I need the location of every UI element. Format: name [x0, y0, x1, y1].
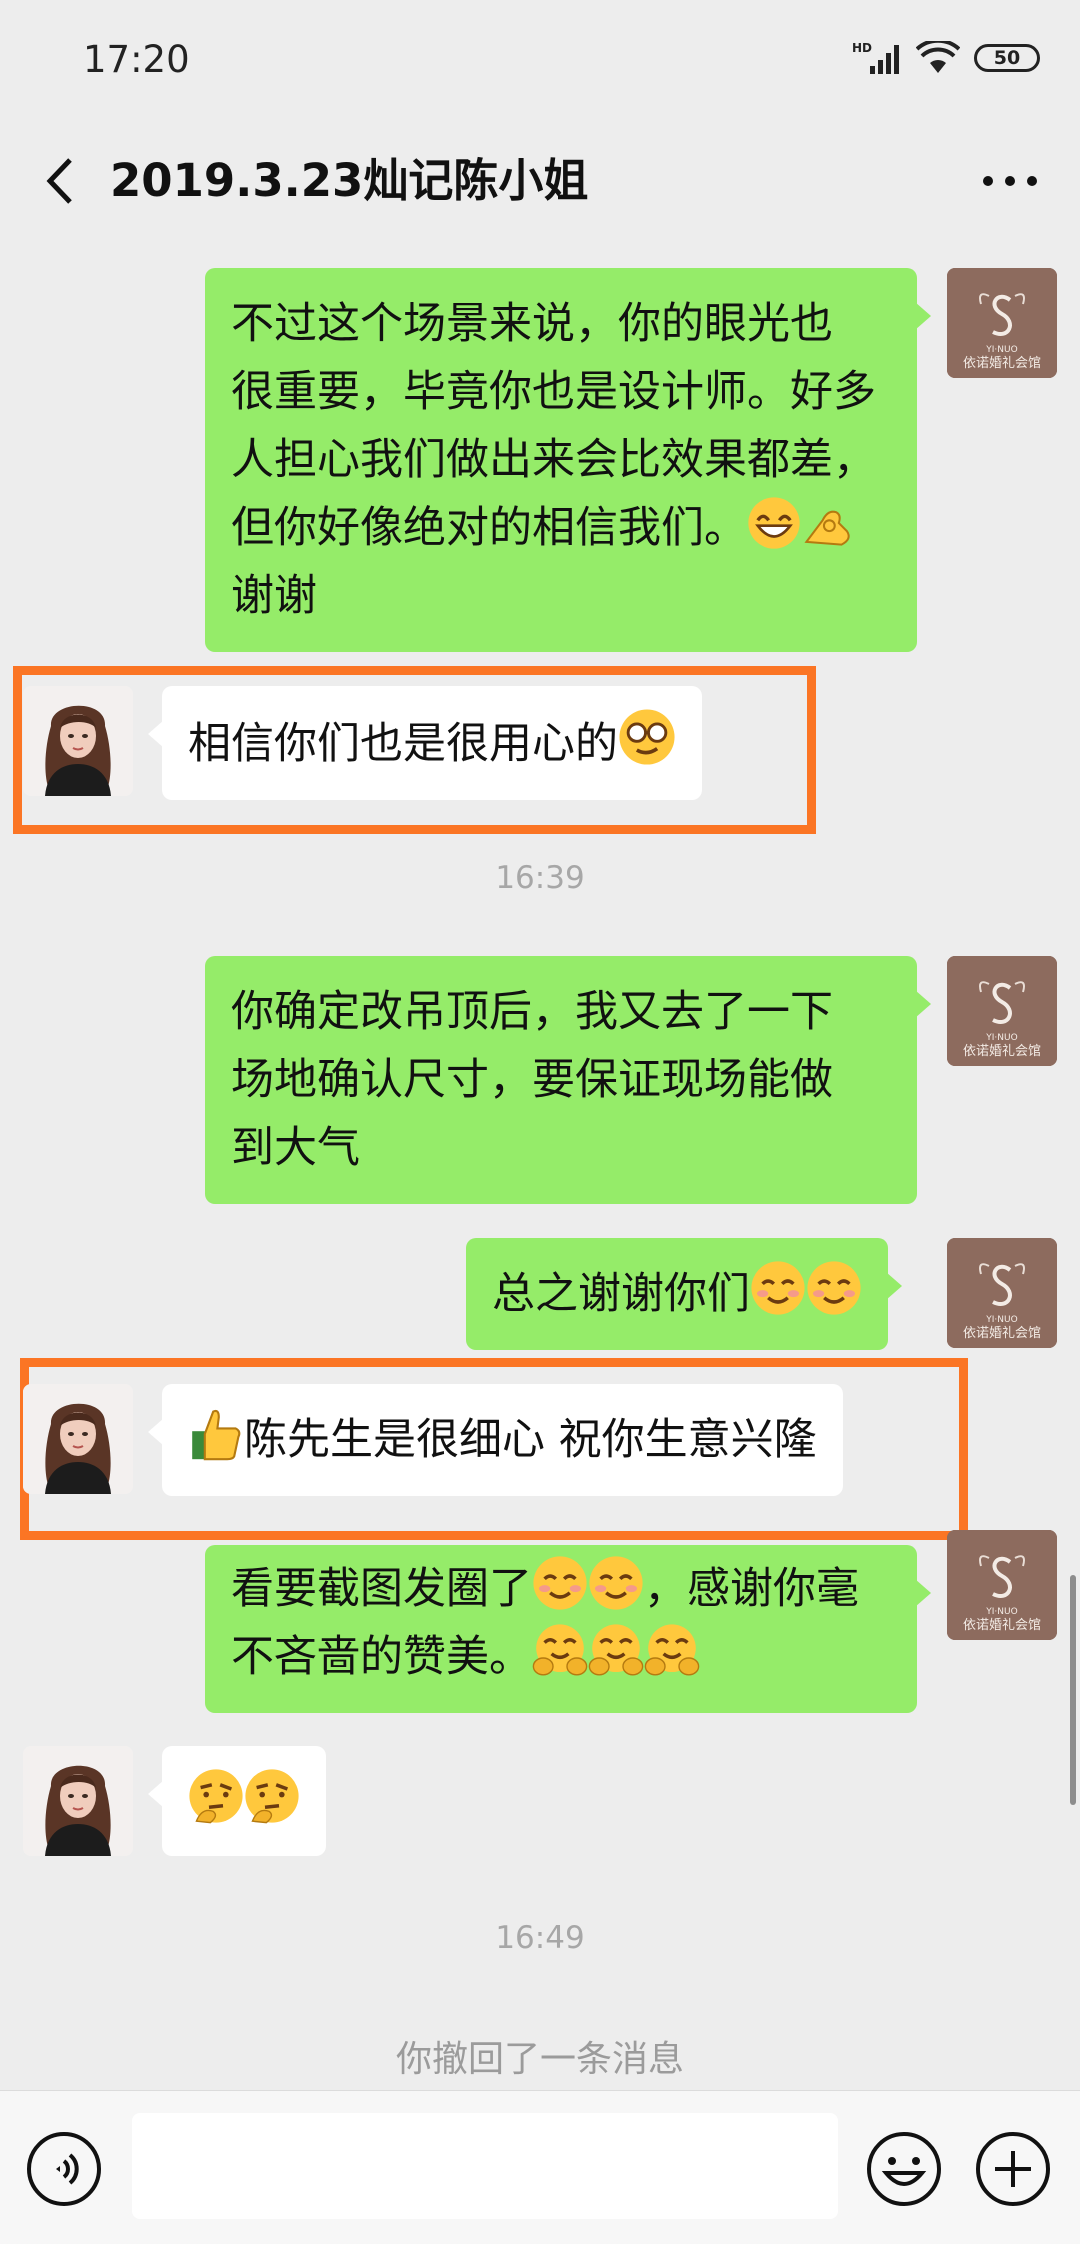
message-line: 人担心我们做出来会比效果都差， — [231, 435, 876, 485]
svg-text:HD: HD — [852, 41, 872, 55]
message-input[interactable] — [132, 2113, 838, 2219]
chat-title: 2019.3.23灿记陈小姐 — [110, 154, 589, 207]
message-bubble-peer[interactable]: 陈先生是很细心 祝你生意兴隆 — [148, 1384, 843, 1496]
plus-icon — [976, 2132, 1050, 2206]
message-line: 场地确认尺寸，要保证现场能做 — [231, 1055, 833, 1105]
battery-icon: 50 — [974, 44, 1040, 72]
glasses-emoji-icon — [618, 708, 676, 766]
brand-logo-icon — [947, 956, 1057, 1066]
emoji-icon — [867, 2132, 941, 2206]
message-bubble-peer[interactable]: 相信你们也是很用心的 — [148, 686, 702, 800]
plus-button[interactable] — [975, 2131, 1051, 2207]
recall-notice: 你撤回了一条消息 — [395, 2039, 684, 2080]
message-line: 很重要，毕竟你也是设计师。好多 — [231, 367, 876, 417]
input-bar — [0, 2090, 1080, 2244]
message-bubble-me[interactable]: 你确定改吊顶后，我又去了一下 场地确认尺寸，要保证现场能做 到大气 — [205, 956, 931, 1204]
status-time: 17:20 — [83, 38, 190, 81]
thinking-emoji-icon — [244, 1768, 300, 1824]
brand-logo-icon — [947, 1238, 1057, 1348]
contact-avatar[interactable] — [23, 1384, 133, 1494]
blush-emoji-icon — [532, 1555, 588, 1611]
message-line: 到大气 — [231, 1123, 360, 1173]
message-bubble-me[interactable]: 总之谢谢你们 — [466, 1238, 902, 1350]
grin-emoji-icon — [747, 496, 801, 550]
nav-bar: 2019.3.23灿记陈小姐 — [0, 120, 1080, 240]
blush-emoji-icon — [806, 1260, 862, 1316]
message-timestamp: 16:39 — [495, 860, 585, 896]
message-bubble-me[interactable]: 看要截图发圈了 ，感谢你毫 不吝啬的赞美。 — [205, 1545, 931, 1713]
wifi-icon — [916, 41, 960, 73]
voice-button[interactable] — [26, 2131, 102, 2207]
brand-logo-icon — [947, 1530, 1057, 1640]
message-timestamp: 16:49 — [495, 1920, 585, 1956]
thinking-emoji-icon — [188, 1768, 244, 1824]
brand-logo-icon — [947, 268, 1057, 378]
thumbs-up-emoji-icon — [188, 1406, 244, 1462]
message-line: 不过这个场景来说，你的眼光也 — [231, 299, 833, 349]
scrollbar[interactable] — [1070, 1575, 1076, 1805]
more-icon — [983, 176, 1037, 186]
signal-icon: HD — [852, 41, 899, 74]
message-line: 你确定改吊顶后，我又去了一下 — [231, 987, 833, 1037]
message-line: 看要截图发圈了 ，感谢你毫 — [231, 1555, 891, 1623]
my-avatar[interactable] — [947, 1530, 1057, 1640]
message-line: 但你好像绝对的相信我们。 — [231, 494, 891, 562]
contact-photo-icon — [23, 1746, 133, 1856]
status-icons: HD 50 — [852, 40, 1040, 76]
contact-photo-icon — [23, 1384, 133, 1494]
more-button[interactable] — [970, 148, 1050, 214]
message-line: 不吝啬的赞美。 — [231, 1623, 891, 1691]
hug-emoji-icon — [644, 1623, 700, 1679]
message-line: 谢谢 — [231, 571, 317, 621]
my-avatar[interactable] — [947, 1238, 1057, 1348]
blush-emoji-icon — [750, 1260, 806, 1316]
contact-avatar[interactable] — [23, 686, 133, 796]
hug-emoji-icon — [588, 1623, 644, 1679]
back-arrow-icon — [46, 158, 72, 204]
ok-hand-emoji-icon — [801, 496, 855, 550]
contact-avatar[interactable] — [23, 1746, 133, 1856]
my-avatar[interactable] — [947, 268, 1057, 378]
blush-emoji-icon — [588, 1555, 644, 1611]
message-bubble-peer[interactable] — [148, 1746, 326, 1856]
contact-photo-icon — [23, 686, 133, 796]
back-button[interactable] — [26, 148, 92, 214]
emoji-button[interactable] — [866, 2131, 942, 2207]
voice-icon — [27, 2132, 101, 2206]
hug-emoji-icon — [532, 1623, 588, 1679]
status-bar: 17:20 HD 50 — [0, 0, 1080, 120]
my-avatar[interactable] — [947, 956, 1057, 1066]
message-bubble-me[interactable]: 不过这个场景来说，你的眼光也 很重要，毕竟你也是设计师。好多 人担心我们做出来会… — [205, 268, 931, 652]
